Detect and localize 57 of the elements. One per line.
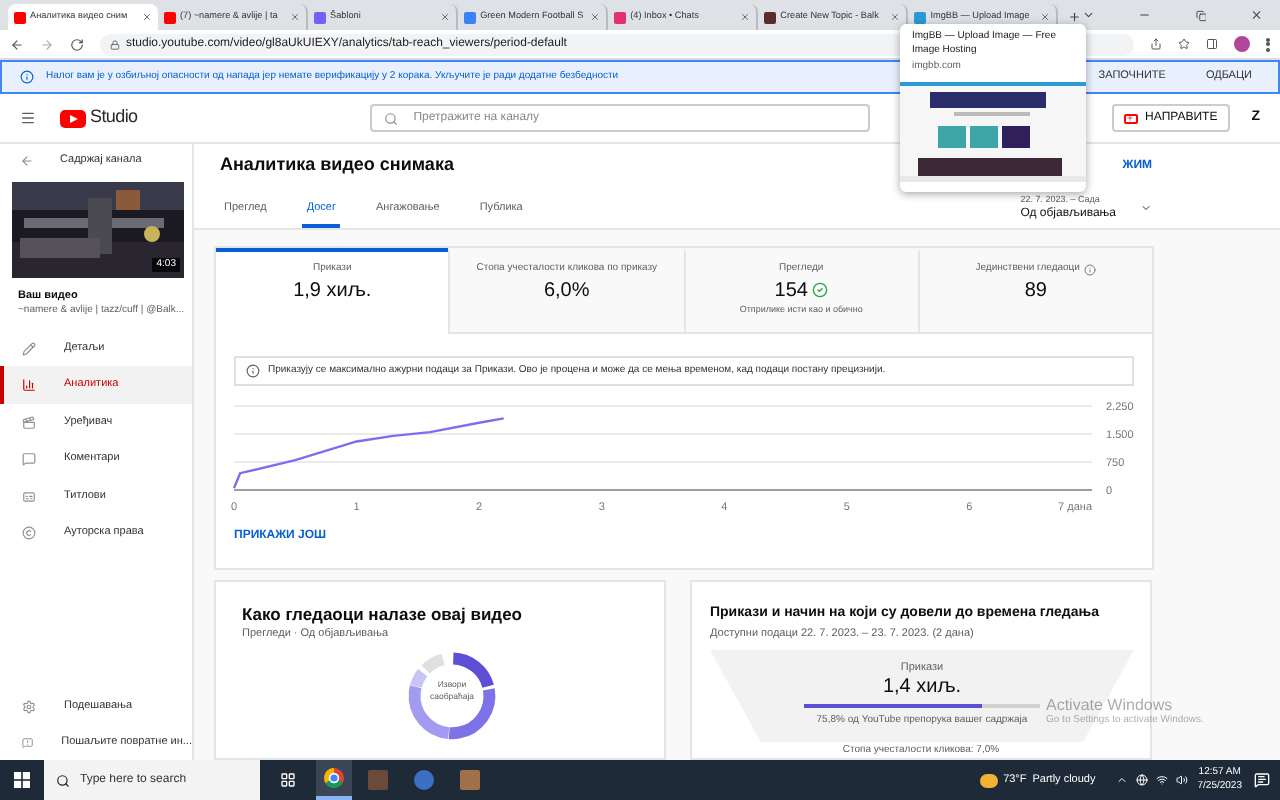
nav-icon bbox=[22, 489, 36, 503]
favicon-icon bbox=[764, 11, 777, 23]
favicon-icon bbox=[914, 11, 927, 23]
favicon-icon bbox=[464, 11, 477, 23]
tab-search-icon[interactable] bbox=[1081, 8, 1095, 22]
nav-icon bbox=[22, 699, 36, 713]
favicon-icon bbox=[314, 11, 327, 23]
profile-avatar[interactable] bbox=[1234, 36, 1250, 52]
nav-icon bbox=[22, 526, 36, 540]
side-panel-icon[interactable] bbox=[1206, 38, 1218, 50]
reload-icon[interactable] bbox=[70, 37, 84, 51]
donut-chart-drawing bbox=[406, 650, 498, 742]
chrome-taskbar-icon[interactable] bbox=[316, 760, 352, 800]
nav-icon bbox=[22, 452, 36, 466]
nav-icon bbox=[22, 378, 36, 392]
studio-logo[interactable]: Studio bbox=[60, 104, 138, 132]
search-icon bbox=[383, 111, 398, 125]
metric-value: 6,0% bbox=[543, 277, 590, 303]
volume-icon[interactable] bbox=[1175, 774, 1188, 786]
windows-start-icon[interactable] bbox=[14, 772, 30, 788]
wifi-icon[interactable] bbox=[1155, 774, 1168, 786]
network-icon[interactable] bbox=[1135, 774, 1148, 786]
info-icon bbox=[246, 364, 260, 378]
app-taskbar-icon[interactable] bbox=[414, 770, 434, 790]
create-video-icon bbox=[1123, 113, 1138, 123]
favicon-icon bbox=[14, 11, 26, 23]
metric-value: 154 bbox=[774, 277, 808, 303]
search-icon bbox=[56, 773, 70, 787]
info-icon bbox=[1083, 263, 1096, 276]
metric-value: 89 bbox=[1024, 277, 1047, 303]
back-icon[interactable] bbox=[20, 153, 34, 167]
close-icon[interactable] bbox=[1250, 8, 1264, 22]
play-logo-icon bbox=[60, 109, 86, 127]
activation-title: Activate Windows bbox=[1046, 696, 1175, 714]
favicon-icon bbox=[163, 11, 176, 23]
metric-value: 1,9 хиљ. bbox=[293, 277, 372, 303]
lock-icon bbox=[110, 39, 120, 49]
tray-expand-icon[interactable] bbox=[1115, 774, 1128, 786]
nav-icon bbox=[22, 735, 34, 749]
back-icon[interactable] bbox=[10, 37, 24, 51]
weather-icon bbox=[979, 773, 998, 787]
nav-icon bbox=[22, 415, 36, 429]
bookmark-icon[interactable] bbox=[1178, 38, 1190, 50]
restore-icon[interactable] bbox=[1195, 10, 1207, 22]
share-icon[interactable] bbox=[1150, 38, 1162, 50]
dropdown-caret-icon bbox=[1140, 202, 1152, 214]
menu-icon[interactable] bbox=[20, 110, 36, 126]
favicon-icon bbox=[614, 11, 627, 23]
check-icon bbox=[811, 282, 828, 298]
card-title: Како гледаоци налазе овај видео bbox=[242, 602, 525, 626]
page-title: Аналитика видео снимака bbox=[220, 152, 454, 179]
notifications-icon[interactable] bbox=[1254, 772, 1270, 788]
task-view-icon[interactable] bbox=[280, 772, 296, 788]
new-tab-icon[interactable] bbox=[1068, 10, 1082, 24]
info-icon bbox=[20, 70, 34, 84]
stage-value: 1,4 хиљ. bbox=[882, 676, 962, 700]
nav-icon bbox=[22, 341, 36, 355]
